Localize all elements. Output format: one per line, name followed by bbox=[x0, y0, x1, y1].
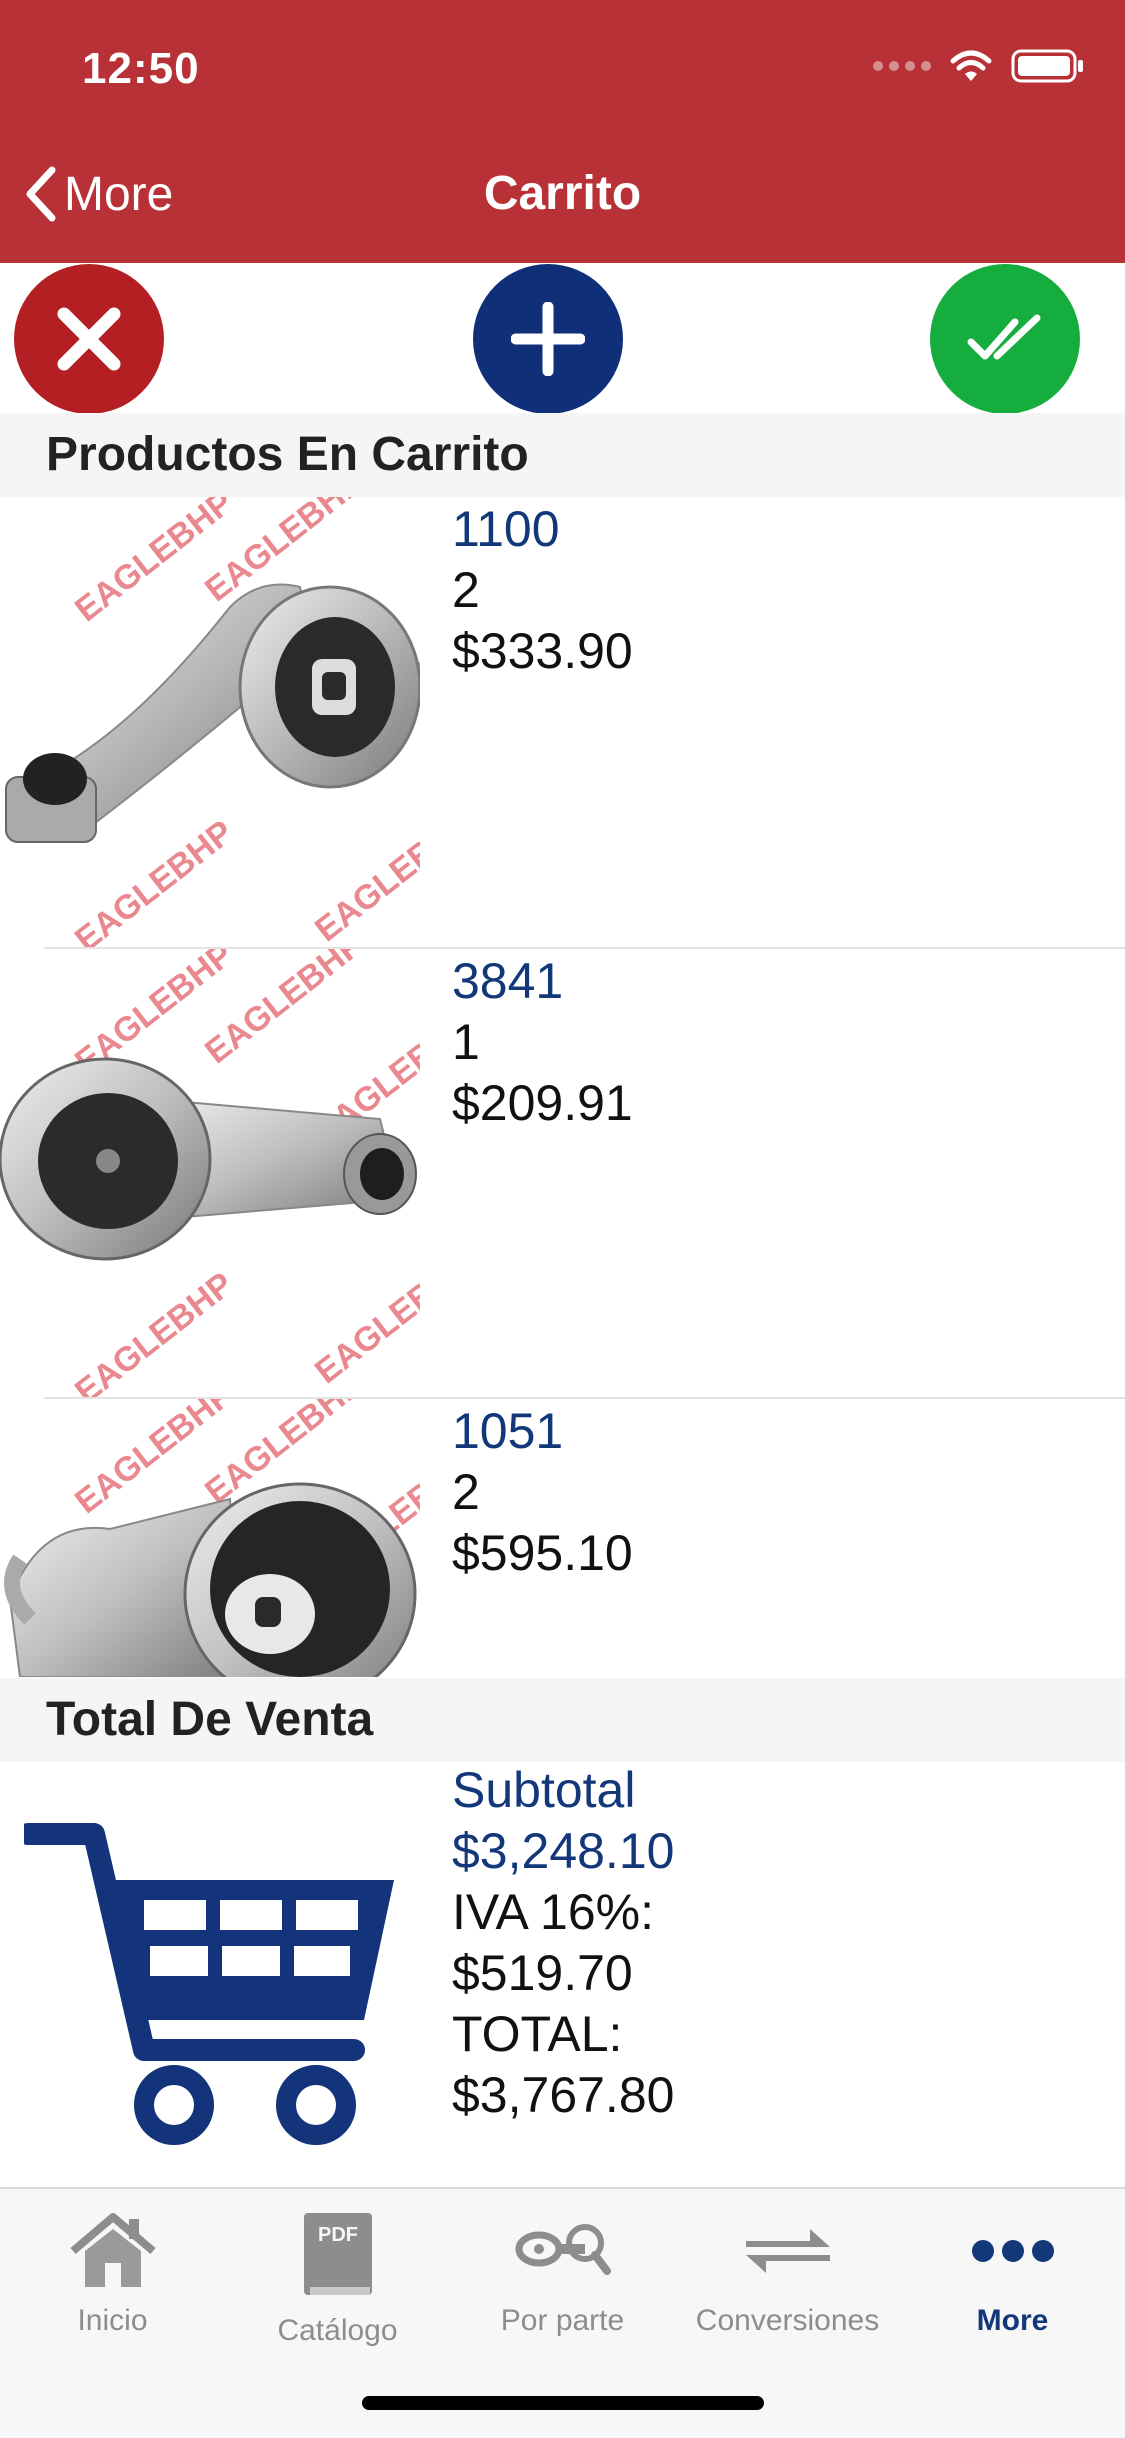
add-button[interactable] bbox=[473, 264, 623, 414]
product-row[interactable]: EAGLEBHP EAGLEBHP EAGLEBHP EAGLEBHP EAGL… bbox=[0, 949, 1125, 1397]
product-price: $595.10 bbox=[452, 1525, 633, 1581]
home-indicator bbox=[362, 2396, 764, 2410]
tab-label: More bbox=[976, 2304, 1049, 2337]
total-value: $3,767.80 bbox=[452, 2067, 675, 2123]
product-quantity: 2 bbox=[452, 1464, 480, 1520]
product-info: 1100 2 $333.90 bbox=[452, 499, 633, 682]
conversions-icon bbox=[745, 2229, 830, 2273]
double-check-icon bbox=[967, 314, 1041, 360]
plus-icon bbox=[511, 302, 585, 376]
svg-text:PDF: PDF bbox=[318, 2224, 358, 2246]
product-code: 1051 bbox=[452, 1403, 564, 1459]
product-row[interactable]: EAGLEBHP EAGLEBHP EAGLEBHP EAGLEBHP 1051… bbox=[0, 1399, 1125, 1677]
engine-mount-image bbox=[0, 1057, 417, 1261]
totals-summary: Subtotal $3,248.10 IVA 16%: $519.70 TOTA… bbox=[452, 1760, 674, 2126]
confirm-button[interactable] bbox=[930, 264, 1080, 414]
total-label: TOTAL: bbox=[452, 2006, 623, 2062]
status-icons bbox=[873, 48, 1085, 84]
product-row[interactable]: EAGLEBHP EAGLEBHP EAGLEBHP EAGLEBHP EAGL… bbox=[0, 497, 1125, 947]
product-quantity: 1 bbox=[452, 1014, 480, 1070]
section-header-totals: Total De Venta bbox=[0, 1678, 1125, 1762]
product-info: 3841 1 $209.91 bbox=[452, 951, 633, 1134]
more-icon bbox=[971, 2240, 1054, 2262]
page-title: Carrito bbox=[483, 167, 642, 220]
tab-inicio[interactable]: Inicio bbox=[0, 2211, 225, 2338]
engine-mount-image bbox=[4, 1482, 417, 1677]
subtotal-value: $3,248.10 bbox=[452, 1823, 675, 1879]
cancel-button[interactable] bbox=[14, 264, 164, 414]
battery-icon bbox=[1011, 49, 1083, 83]
tab-label: Catálogo bbox=[277, 2314, 398, 2347]
iva-label: IVA 16%: bbox=[452, 1884, 654, 1940]
product-info: 1051 2 $595.10 bbox=[452, 1401, 633, 1584]
product-image: EAGLEBHP EAGLEBHP EAGLEBHP EAGLEBHP bbox=[0, 1399, 420, 1677]
product-price: $209.91 bbox=[452, 1075, 633, 1131]
product-image: EAGLEBHP EAGLEBHP EAGLEBHP EAGLEBHP EAGL… bbox=[0, 497, 420, 947]
tab-por-parte[interactable]: Por parte bbox=[450, 2211, 675, 2338]
iva-value: $519.70 bbox=[452, 1945, 633, 2001]
engine-mount-image bbox=[5, 583, 420, 843]
home-icon bbox=[69, 2213, 156, 2287]
parts-icon bbox=[515, 2224, 611, 2275]
status-time: 12:50 bbox=[82, 44, 200, 93]
navigation-header: 12:50 More Carrito bbox=[0, 0, 1125, 263]
product-price: $333.90 bbox=[452, 623, 633, 679]
tab-label: Conversiones bbox=[695, 2304, 880, 2337]
pdf-book-icon: PDF bbox=[303, 2213, 372, 2295]
tab-conversiones[interactable]: Conversiones bbox=[675, 2211, 900, 2338]
tab-more[interactable]: More bbox=[900, 2211, 1125, 2338]
subtotal-label: Subtotal bbox=[452, 1762, 636, 1818]
product-image: EAGLEBHP EAGLEBHP EAGLEBHP EAGLEBHP EAGL… bbox=[0, 949, 420, 1397]
section-header-products: Productos En Carrito bbox=[0, 413, 1125, 497]
product-code: 1100 bbox=[452, 501, 560, 557]
wifi-icon bbox=[950, 50, 992, 81]
tab-label: Por parte bbox=[500, 2304, 625, 2337]
shopping-cart-icon bbox=[24, 1823, 394, 2145]
tab-catalogo[interactable]: PDF Catálogo bbox=[225, 2211, 450, 2348]
product-code: 3841 bbox=[452, 953, 564, 1009]
close-icon bbox=[57, 307, 121, 371]
signal-icon bbox=[873, 61, 931, 71]
tab-label: Inicio bbox=[77, 2304, 148, 2337]
product-quantity: 2 bbox=[452, 562, 480, 618]
